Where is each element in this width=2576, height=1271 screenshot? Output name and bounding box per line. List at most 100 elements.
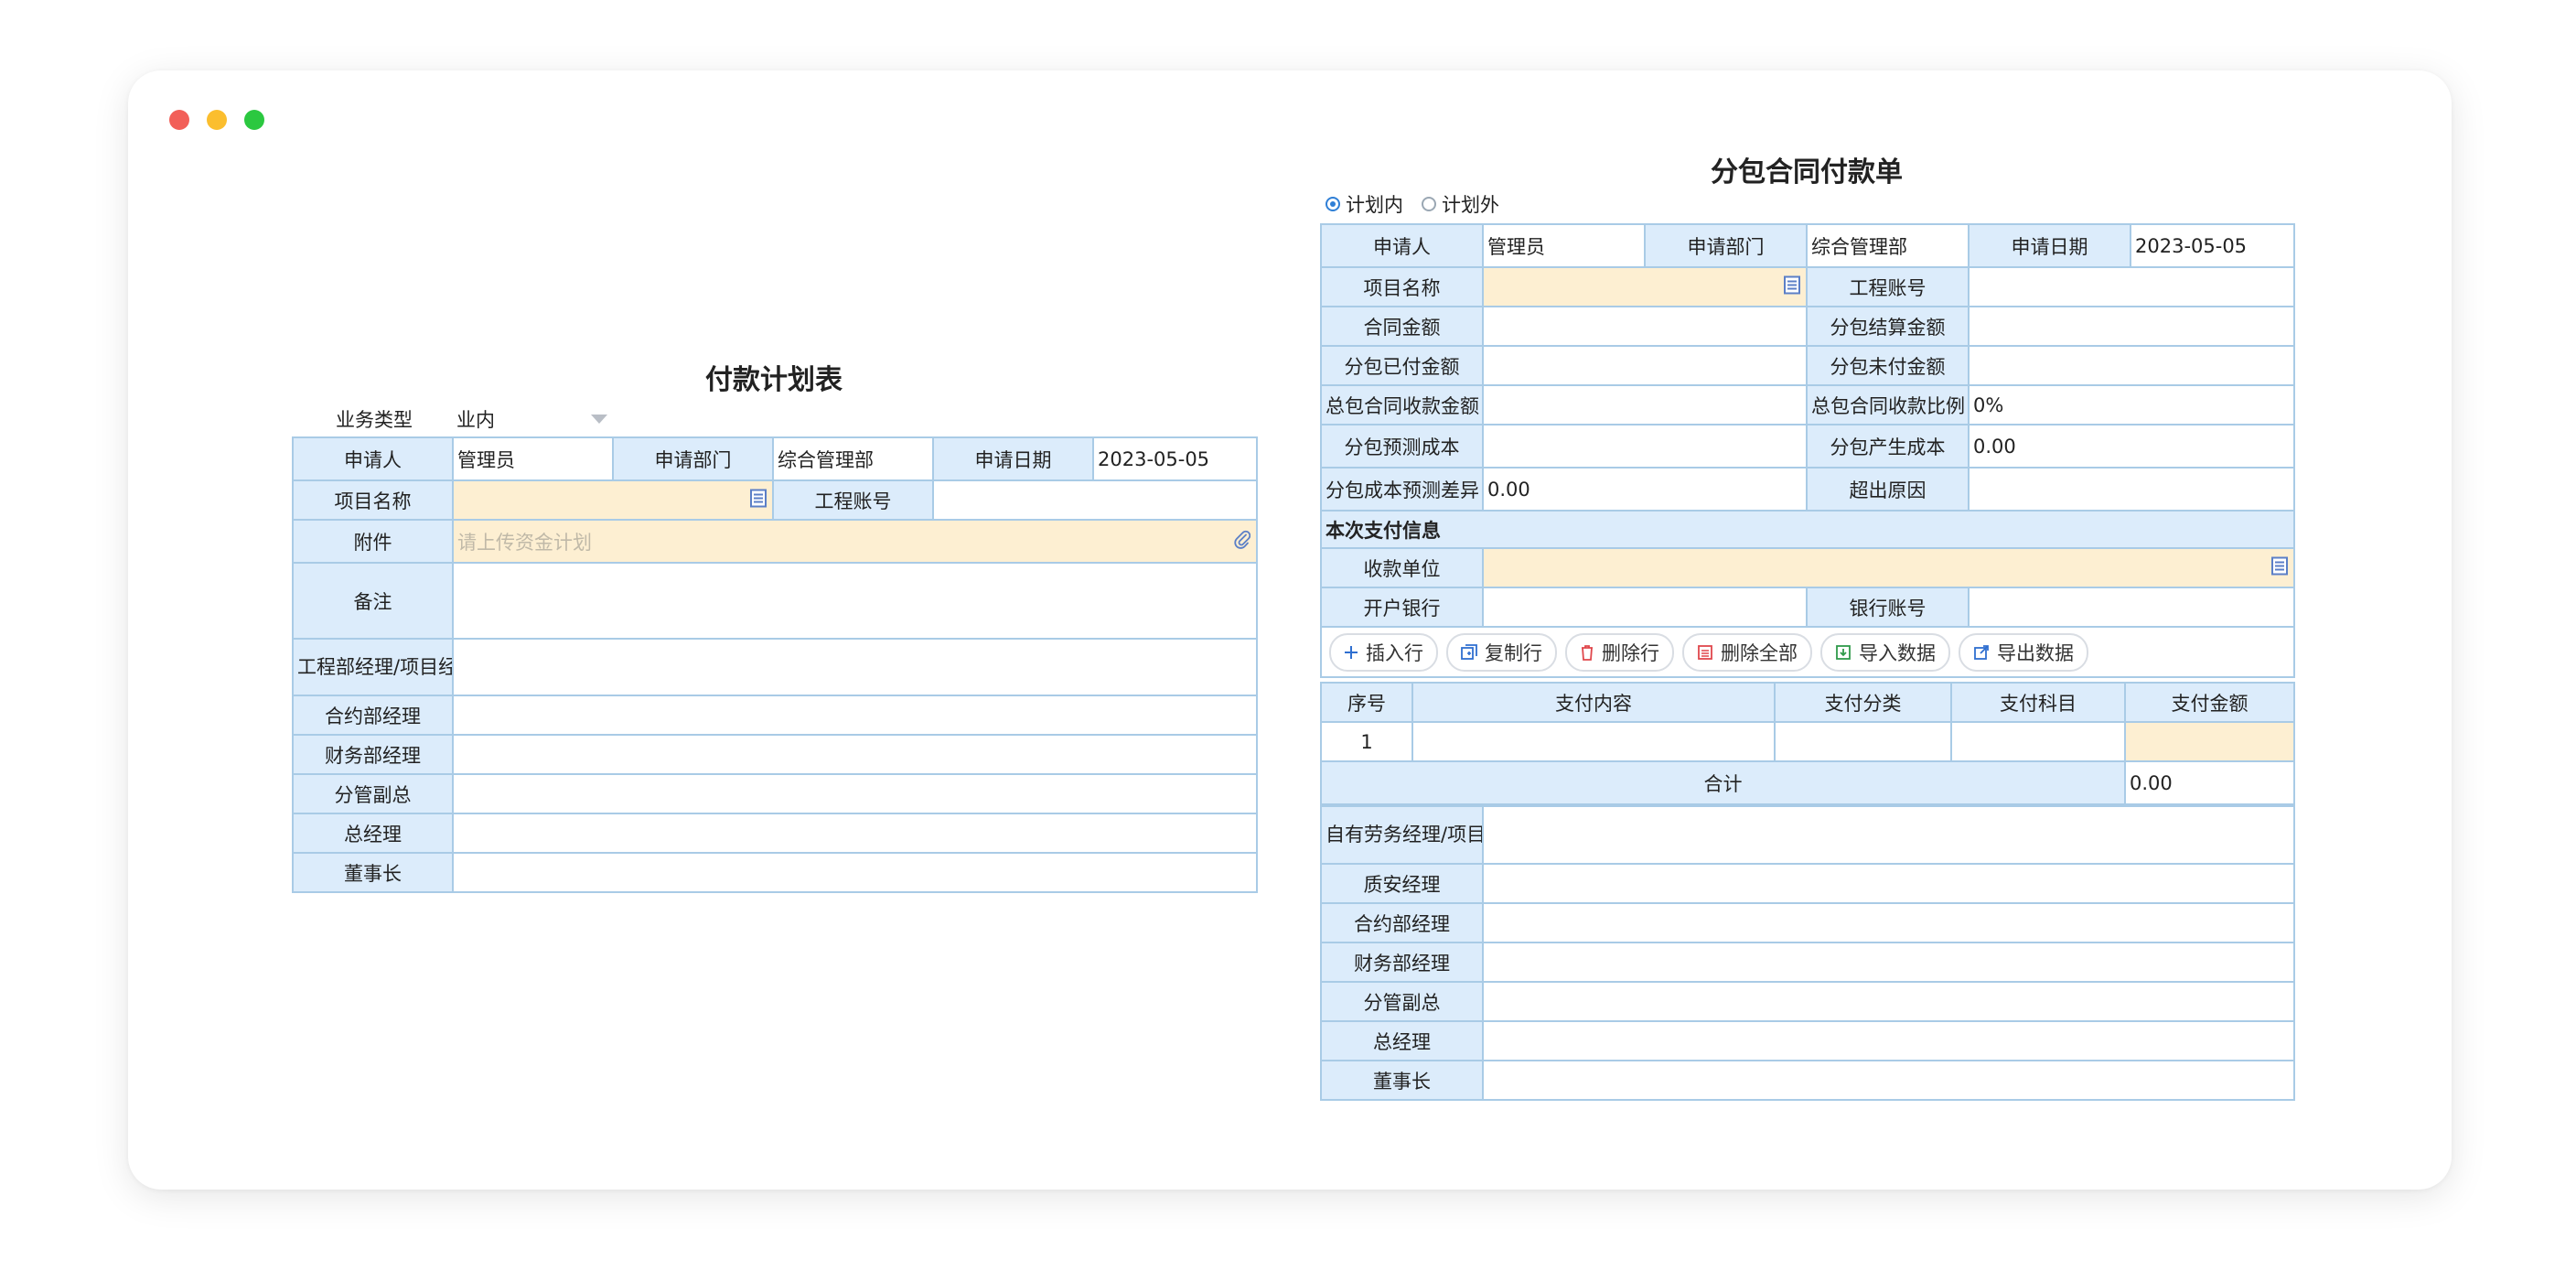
contract-amount-field[interactable] [1482, 306, 1808, 347]
plan-radio-group: 计划内 计划外 [1326, 190, 1518, 218]
approval-field-vice-president[interactable] [452, 773, 1258, 814]
approval-field-safety-manager[interactable] [1482, 863, 2295, 904]
delete-row-label: 删除行 [1602, 641, 1659, 664]
payment-plan-table: 申请人 管理员 申请部门 综合管理部 申请日期 2023-05-05 项目名称 … [292, 436, 1258, 893]
export-icon [1973, 644, 1990, 661]
import-data-button[interactable]: 导入数据 [1820, 632, 1950, 672]
attachment-placeholder: 请上传资金计划 [457, 531, 592, 554]
business-type-row: 业务类型 业内 [292, 405, 749, 431]
approval-field-project-manager[interactable] [452, 638, 1258, 696]
table-select-icon[interactable] [1784, 275, 1800, 298]
bank-field[interactable] [1482, 587, 1808, 628]
contract-amount-label: 合同金额 [1320, 306, 1484, 347]
project-label: 项目名称 [292, 479, 454, 521]
forecast-cost-label: 分包预测成本 [1320, 424, 1484, 469]
approval-field-general-manager[interactable] [452, 813, 1258, 854]
copy-icon [1461, 643, 1477, 661]
approval-field-contract-manager[interactable] [452, 695, 1258, 736]
unpaid-amount-field[interactable] [1968, 345, 2295, 386]
delete-all-button[interactable]: 删除全部 [1682, 632, 1812, 672]
applicant-field[interactable]: 管理员 [1482, 223, 1646, 268]
approval-label-labor-manager: 自有劳务经理/项目经理 [1320, 805, 1484, 865]
window-maximize-dot[interactable] [244, 110, 264, 130]
applicant-label: 申请人 [1320, 223, 1484, 268]
approval-field-chairman[interactable] [1482, 1060, 2295, 1101]
paid-amount-field[interactable] [1482, 345, 1808, 386]
approval-label-chairman: 董事长 [292, 852, 454, 893]
account-field[interactable] [932, 479, 1258, 521]
payee-field[interactable] [1482, 547, 2295, 588]
plus-icon [1344, 645, 1358, 660]
account-label: 工程账号 [772, 479, 934, 521]
dept-field[interactable]: 综合管理部 [772, 436, 934, 481]
window-close-dot[interactable] [169, 110, 189, 130]
unpaid-amount-label: 分包未付金额 [1806, 345, 1970, 386]
radio-out-plan[interactable]: 计划外 [1422, 190, 1499, 218]
detail-row-amount[interactable] [2124, 721, 2295, 762]
detail-toolbar: 插入行 复制行 删除行 删除全部 导入数据 导出数据 [1323, 632, 2292, 672]
detail-row-category[interactable] [1774, 721, 1952, 762]
detail-total-value: 0.00 [2124, 760, 2295, 805]
dept-field[interactable]: 综合管理部 [1806, 223, 1970, 268]
approval-field-vice-president[interactable] [1482, 981, 2295, 1022]
subcontract-payment-table: 申请人 管理员 申请部门 综合管理部 申请日期 2023-05-05 项目名称 … [1320, 223, 2295, 678]
incurred-cost-field[interactable]: 0.00 [1968, 424, 2295, 469]
approval-field-labor-manager[interactable] [1482, 805, 2295, 865]
approval-field-finance-manager[interactable] [1482, 942, 2295, 983]
project-field[interactable] [452, 479, 774, 521]
date-field[interactable]: 2023-05-05 [1092, 436, 1258, 481]
date-label: 申请日期 [932, 436, 1094, 481]
remark-field[interactable] [452, 562, 1258, 640]
business-type-select[interactable]: 业内 [456, 405, 495, 433]
settlement-amount-field[interactable] [1968, 306, 2295, 347]
bank-account-field[interactable] [1968, 587, 2295, 628]
payment-detail-table: 序号 支付内容 支付分类 支付科目 支付金额 1 合计 0.00 [1320, 682, 2295, 805]
paperclip-icon[interactable] [1234, 529, 1251, 554]
radio-checked-icon [1326, 197, 1340, 211]
main-contract-received-field[interactable] [1482, 384, 1808, 425]
approval-label-vice-president: 分管副总 [292, 773, 454, 814]
approval-label-vice-president: 分管副总 [1320, 981, 1484, 1022]
radio-in-plan[interactable]: 计划内 [1326, 190, 1403, 218]
export-data-button[interactable]: 导出数据 [1959, 632, 2088, 672]
detail-row-subject[interactable] [1950, 721, 2126, 762]
overrun-reason-field[interactable] [1968, 467, 2295, 512]
delete-row-button[interactable]: 删除行 [1565, 632, 1674, 672]
detail-total-label: 合计 [1320, 760, 2126, 805]
overrun-reason-label: 超出原因 [1806, 467, 1970, 512]
approval-field-general-manager[interactable] [1482, 1020, 2295, 1061]
approval-field-contract-manager[interactable] [1482, 902, 2295, 943]
payee-label: 收款单位 [1320, 547, 1484, 588]
approval-field-chairman[interactable] [452, 852, 1258, 893]
cost-variance-field[interactable]: 0.00 [1482, 467, 1808, 512]
radio-unchecked-icon [1422, 197, 1436, 211]
detail-toolbar-cell: 插入行 复制行 删除行 删除全部 导入数据 导出数据 [1320, 626, 2295, 678]
approval-label-contract-manager: 合约部经理 [292, 695, 454, 736]
remark-label: 备注 [292, 562, 454, 640]
detail-row-content[interactable] [1411, 721, 1776, 762]
bank-label: 开户银行 [1320, 587, 1484, 628]
attachment-field[interactable]: 请上传资金计划 [452, 519, 1258, 564]
main-contract-ratio-field[interactable]: 0% [1968, 384, 2295, 425]
table-select-icon[interactable] [750, 489, 767, 512]
account-field[interactable] [1968, 266, 2295, 307]
detail-header-amount: 支付金额 [2124, 682, 2295, 723]
export-data-label: 导出数据 [1997, 641, 2074, 664]
approval-label-finance-manager: 财务部经理 [292, 734, 454, 775]
delete-all-label: 删除全部 [1721, 641, 1798, 664]
copy-row-button[interactable]: 复制行 [1446, 632, 1557, 672]
copy-row-label: 复制行 [1485, 641, 1542, 664]
detail-header-content: 支付内容 [1411, 682, 1776, 723]
project-field[interactable] [1482, 266, 1808, 307]
delete-all-icon [1697, 644, 1713, 661]
forecast-cost-field[interactable] [1482, 424, 1808, 469]
approval-label-chairman: 董事长 [1320, 1060, 1484, 1101]
applicant-field[interactable]: 管理员 [452, 436, 614, 481]
detail-row-index: 1 [1320, 721, 1413, 762]
table-select-icon[interactable] [2271, 556, 2288, 579]
insert-row-button[interactable]: 插入行 [1329, 632, 1438, 672]
chevron-down-icon[interactable] [591, 415, 607, 424]
date-field[interactable]: 2023-05-05 [2130, 223, 2295, 268]
window-minimize-dot[interactable] [207, 110, 227, 130]
approval-field-finance-manager[interactable] [452, 734, 1258, 775]
